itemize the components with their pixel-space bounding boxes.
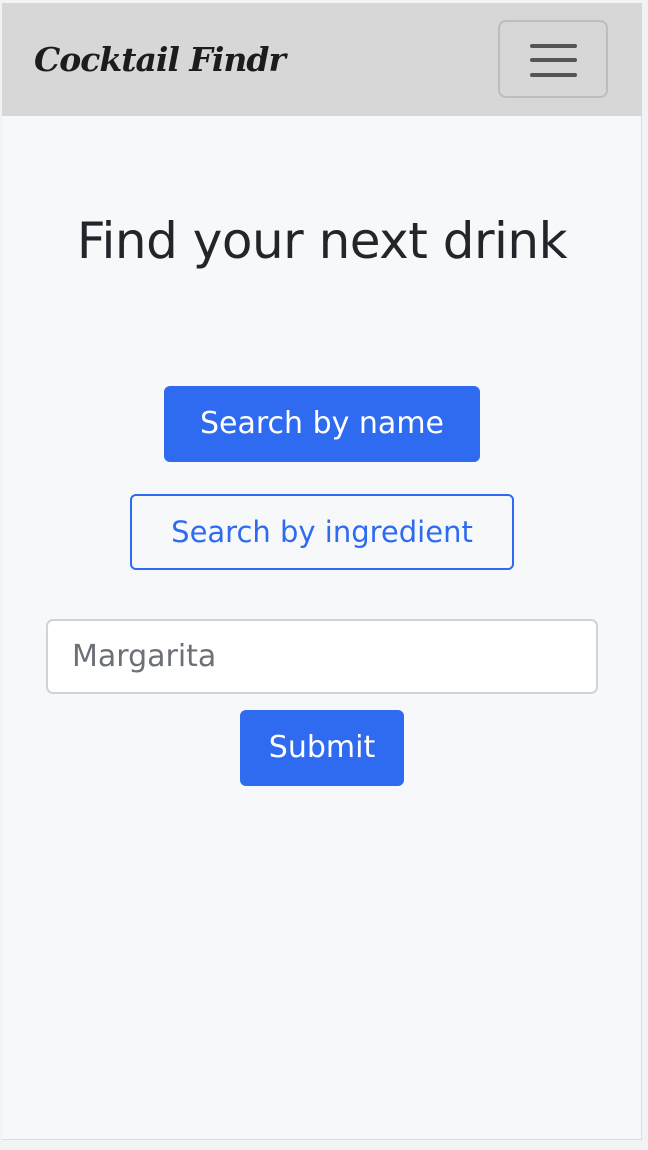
app-container: Cocktail Findr Find your next drink Sear…: [2, 3, 642, 1140]
submit-button[interactable]: Submit: [240, 710, 404, 786]
page-title: Find your next drink: [76, 212, 568, 270]
hamburger-line: [530, 44, 577, 48]
hamburger-line: [530, 73, 577, 77]
browser-viewport: Cocktail Findr Find your next drink Sear…: [0, 0, 648, 1150]
search-by-name-button[interactable]: Search by name: [164, 386, 480, 462]
search-input[interactable]: [46, 619, 598, 694]
hamburger-line: [530, 58, 577, 62]
navbar: Cocktail Findr: [2, 3, 642, 116]
brand-logo[interactable]: Cocktail Findr: [34, 38, 286, 82]
search-by-ingredient-button[interactable]: Search by ingredient: [130, 494, 514, 570]
navbar-toggler-button[interactable]: [498, 20, 608, 98]
